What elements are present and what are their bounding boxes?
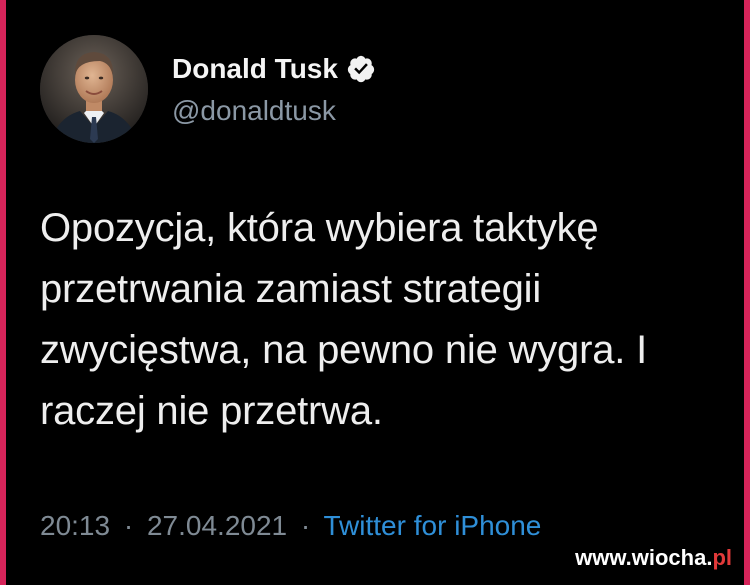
display-name[interactable]: Donald Tusk <box>172 52 338 86</box>
tweet-text-line: przetrwania zamiast strategii <box>40 267 542 311</box>
tweet-text-line: zwycięstwa, na pewno nie wygra. I <box>40 328 648 372</box>
left-border <box>0 0 6 585</box>
tweet-source-link[interactable]: Twitter for iPhone <box>324 510 542 541</box>
meta-separator: · <box>123 510 134 541</box>
meta-separator: · <box>300 510 311 541</box>
tweet-screenshot: Donald Tusk @donaldtusk Opozycja, która … <box>0 0 750 585</box>
tweet-text: Opozycja, która wybiera taktykę przetrwa… <box>40 198 720 442</box>
watermark-tld: pl <box>712 545 732 570</box>
author-handle[interactable]: @donaldtusk <box>172 94 336 128</box>
right-border <box>744 0 750 585</box>
tweet-date[interactable]: 27.04.2021 <box>147 510 287 541</box>
profile-photo-icon <box>40 35 148 143</box>
tweet-time[interactable]: 20:13 <box>40 510 110 541</box>
tweet-text-line: raczej nie przetrwa. <box>40 389 383 433</box>
tweet-text-line: Opozycja, która wybiera taktykę <box>40 206 599 250</box>
author-name-row: Donald Tusk <box>172 52 376 86</box>
avatar[interactable] <box>40 35 148 143</box>
watermark-domain: www.wiocha. <box>575 545 713 570</box>
watermark: www.wiocha.pl <box>575 545 732 571</box>
verified-badge-icon <box>347 55 375 83</box>
tweet-meta: 20:13 · 27.04.2021 · Twitter for iPhone <box>40 508 541 544</box>
